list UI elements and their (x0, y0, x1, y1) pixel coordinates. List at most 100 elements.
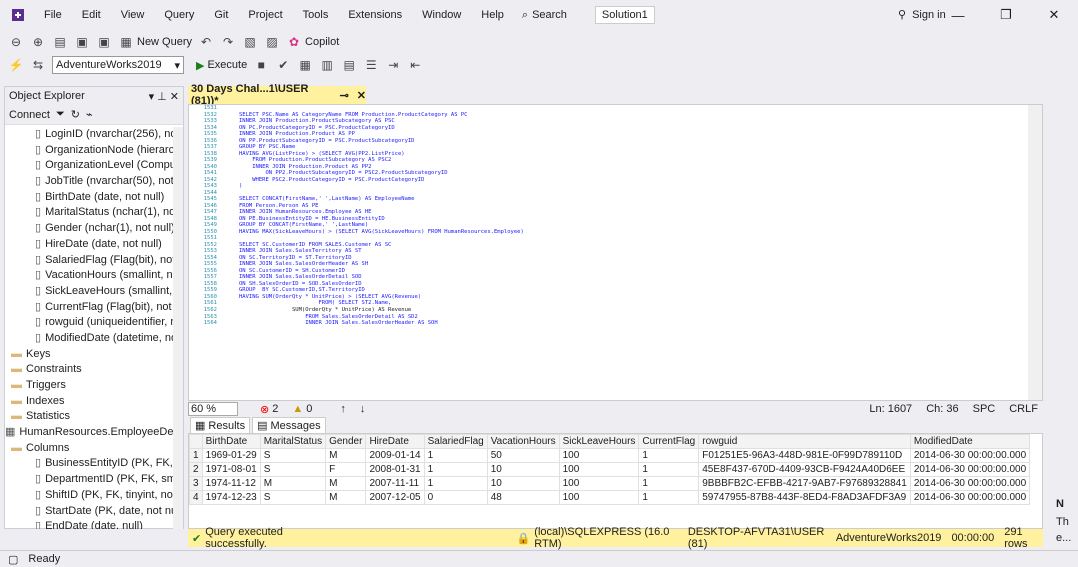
menu-extensions[interactable]: Extensions (338, 0, 412, 30)
connect-icon[interactable]: ⚡ (8, 57, 24, 73)
menu-tools[interactable]: Tools (293, 0, 339, 30)
activity-icon[interactable]: ▧ (242, 34, 258, 50)
menu-window[interactable]: Window (412, 0, 471, 30)
tree-item[interactable]: ▯JobTitle (nvarchar(50), not nul (5, 174, 173, 190)
filter-icon[interactable]: ⏷ (56, 108, 65, 121)
tree-item[interactable]: ▯ BirthDate (date, not null) (5, 190, 173, 206)
menu-help[interactable]: Help (471, 0, 514, 30)
menu-git[interactable]: Git (204, 0, 238, 30)
outdent-icon[interactable]: ⇤ (407, 57, 423, 73)
panel-options-icon[interactable]: ▾ ⊥ ✕ (149, 90, 179, 103)
query-editor[interactable]: 1531 1532 1533 1534 1535 1536 1537 1538 1539 1540… (188, 104, 1043, 401)
table-cell[interactable]: 2007-11-11 (365, 476, 425, 491)
table-cell[interactable]: 10 (486, 462, 560, 477)
tree-item[interactable]: ▯MaritalStatus (nchar(1), not nu (5, 205, 173, 221)
tree-item[interactable]: ▯ShiftID (PK, FK, tinyint, not nu (5, 488, 173, 504)
row-number-cell[interactable]: 1 (189, 448, 203, 463)
column-header[interactable]: HireDate (365, 434, 425, 449)
table-cell[interactable]: 1 (638, 476, 700, 491)
table-cell[interactable]: 100 (558, 448, 640, 463)
change-connection-icon[interactable]: ⇆ (30, 57, 46, 73)
warning-count[interactable]: 0 (306, 403, 312, 415)
tree-item[interactable]: ▯ HireDate (date, not null) (5, 237, 173, 253)
minimize-icon[interactable]: — (934, 0, 982, 30)
query-options-icon[interactable]: ▥ (319, 57, 335, 73)
table-cell[interactable]: 45E8F437-670D-4409-93CB-F9424A40D6EE (698, 462, 911, 477)
column-header[interactable]: VacationHours (486, 434, 560, 449)
menu-query[interactable]: Query (154, 0, 204, 30)
table-cell[interactable]: S (259, 448, 327, 463)
menu-edit[interactable]: Edit (72, 0, 111, 30)
tree-item[interactable]: ▬ Triggers (5, 378, 173, 394)
tree-item[interactable]: ▯ Gender (nchar(1), not null) (5, 221, 173, 237)
column-header[interactable]: MaritalStatus (259, 434, 327, 449)
error-count[interactable]: 2 (272, 403, 278, 415)
back-icon[interactable]: ⊖ (8, 34, 24, 50)
tree-item[interactable]: ▯DepartmentID (PK, FK, smallir (5, 472, 173, 488)
tree-item[interactable]: ▯SalariedFlag (Flag(bit), not nu (5, 253, 173, 269)
column-header[interactable]: Gender (325, 434, 367, 449)
table-cell[interactable]: 2008-01-31 (365, 462, 425, 477)
table-row[interactable]: 4 1974-12-23 S M 2007-12-05 0 48 100 1 59747955-8… (189, 490, 1031, 505)
activity-monitor-icon[interactable]: ⌁ (86, 108, 93, 121)
tree-item[interactable]: ▬ Constraints (5, 362, 173, 378)
menu-view[interactable]: View (111, 0, 155, 30)
table-cell[interactable]: 2014-06-30 00:00:00.000 (909, 462, 1031, 477)
table-cell[interactable]: 59747955-87B8-443F-8ED4-F8AD3AFDF3A9 (698, 490, 911, 505)
comment-icon[interactable]: ☰ (363, 57, 379, 73)
table-cell[interactable]: 100 (558, 462, 640, 477)
row-number-cell[interactable]: 2 (189, 462, 203, 477)
table-cell[interactable]: S (259, 490, 327, 505)
table-cell[interactable]: 1 (423, 448, 488, 463)
search-box[interactable]: ⌕ Search (522, 9, 567, 22)
column-header[interactable]: ModifiedDate (909, 434, 1031, 449)
save-all-icon[interactable]: ▣ (96, 34, 112, 50)
tree-item[interactable]: ▯OrganizationNode (hierarchyi (5, 143, 173, 159)
stop-icon[interactable]: ■ (253, 57, 269, 73)
table-cell[interactable]: M (259, 476, 327, 491)
table-cell[interactable]: 1974-12-23 (201, 490, 261, 505)
row-number-cell[interactable]: 4 (189, 490, 203, 505)
redo-icon[interactable]: ↷ (220, 34, 236, 50)
document-tab[interactable]: 30 Days Chal...1\USER (81))* ⊸ ✕ (188, 83, 366, 107)
column-header[interactable]: CurrentFlag (638, 434, 700, 449)
code-area[interactable]: SELECT PSC.Name AS CategoryName FROM Pro… (239, 105, 1019, 327)
database-select[interactable]: AdventureWorks2019 ▾ (52, 56, 184, 74)
table-cell[interactable]: 0 (423, 490, 488, 505)
table-cell[interactable]: 1 (638, 462, 700, 477)
close-icon[interactable]: ✕ (1030, 0, 1078, 30)
properties-icon[interactable]: ▨ (264, 34, 280, 50)
refresh-icon[interactable]: ↻ (71, 108, 80, 121)
table-cell[interactable]: 1 (638, 448, 700, 463)
table-cell[interactable]: 1 (423, 476, 488, 491)
column-header[interactable]: BirthDate (201, 434, 261, 449)
tab-results[interactable]: ▦ Results (190, 417, 251, 433)
restore-icon[interactable]: ❐ (982, 0, 1030, 30)
arrow-up-icon[interactable]: ↑ (340, 403, 346, 415)
menu-file[interactable]: File (34, 0, 72, 30)
table-cell[interactable]: 2014-06-30 00:00:00.000 (909, 448, 1031, 463)
tree-item[interactable]: ▯SickLeaveHours (smallint, not (5, 284, 173, 300)
undo-icon[interactable]: ↶ (198, 34, 214, 50)
tab-messages[interactable]: ▤ Messages (252, 417, 326, 433)
display-plan-icon[interactable]: ▦ (297, 57, 313, 73)
table-cell[interactable]: 1 (638, 490, 700, 505)
table-row[interactable]: 2 1971-08-01 S F 2008-01-31 1 10 100 1 45E8F437-6… (189, 462, 1031, 477)
table-cell[interactable]: S (259, 462, 327, 477)
tree-item[interactable]: ▯ StartDate (PK, date, not null) (5, 504, 173, 520)
tree-item[interactable]: ▬ Indexes (5, 394, 173, 410)
arrow-down-icon[interactable]: ↓ (360, 403, 366, 415)
object-explorer-scrollbar[interactable] (173, 127, 183, 529)
editor-scrollbar[interactable] (1028, 105, 1042, 400)
zoom-select[interactable]: 60 % (188, 402, 238, 416)
table-cell[interactable]: 100 (558, 490, 640, 505)
results-grid-icon[interactable]: ▤ (341, 57, 357, 73)
menu-project[interactable]: Project (238, 0, 292, 30)
row-number-cell[interactable]: 3 (189, 476, 203, 491)
table-cell[interactable]: 2014-06-30 00:00:00.000 (909, 490, 1031, 505)
table-row[interactable]: 1 1969-01-29 S M 2009-01-14 1 50 100 1 F01251E5-9… (189, 448, 1031, 463)
table-cell[interactable]: 100 (558, 476, 640, 491)
table-cell[interactable]: M (325, 490, 367, 505)
copilot-button[interactable]: ✿ Copilot (286, 34, 339, 50)
table-cell[interactable]: 2014-06-30 00:00:00.000 (909, 476, 1031, 491)
